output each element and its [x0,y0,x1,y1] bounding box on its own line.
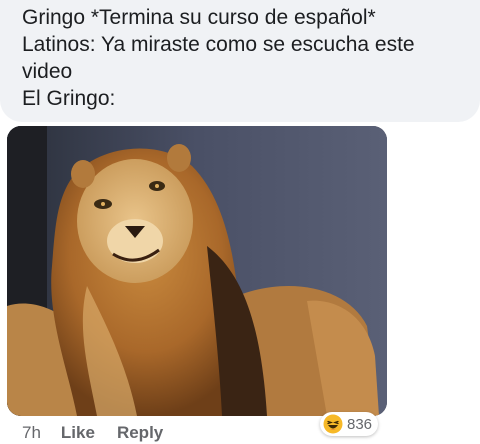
comment-line: El Gringo: [22,87,116,110]
comment-bubble: Gringo *Termina su curso de español* Lat… [0,0,480,122]
haha-emoji-icon [323,414,343,434]
reaction-summary[interactable]: 836 [320,412,379,436]
comment-actions: 7h Like Reply [22,422,185,444]
comment-line: Latinos: Ya miraste como se escucha este [22,33,415,56]
comment-image-lion[interactable] [7,126,387,416]
reaction-count: 836 [347,415,373,433]
comment-line: video [22,60,73,83]
comment-timestamp[interactable]: 7h [22,423,41,443]
like-button[interactable]: Like [61,423,95,443]
reply-button[interactable]: Reply [117,423,163,443]
comment-line: Gringo *Termina su curso de español* [22,6,376,29]
